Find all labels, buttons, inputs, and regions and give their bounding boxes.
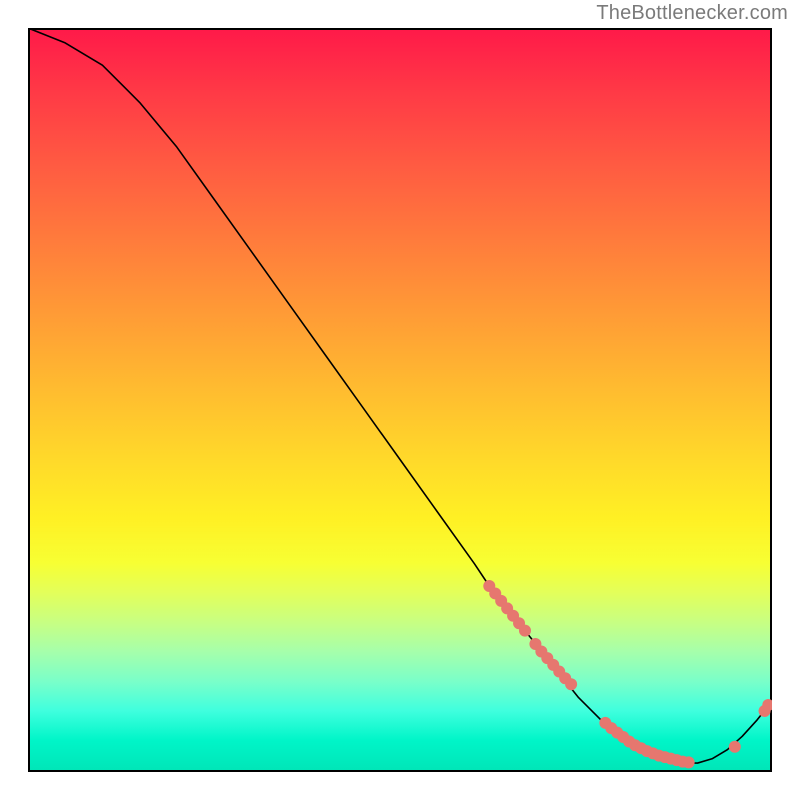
chart-container: TheBottlenecker.com (0, 0, 800, 800)
plot-background (28, 28, 772, 772)
attribution-label: TheBottlenecker.com (596, 2, 788, 25)
